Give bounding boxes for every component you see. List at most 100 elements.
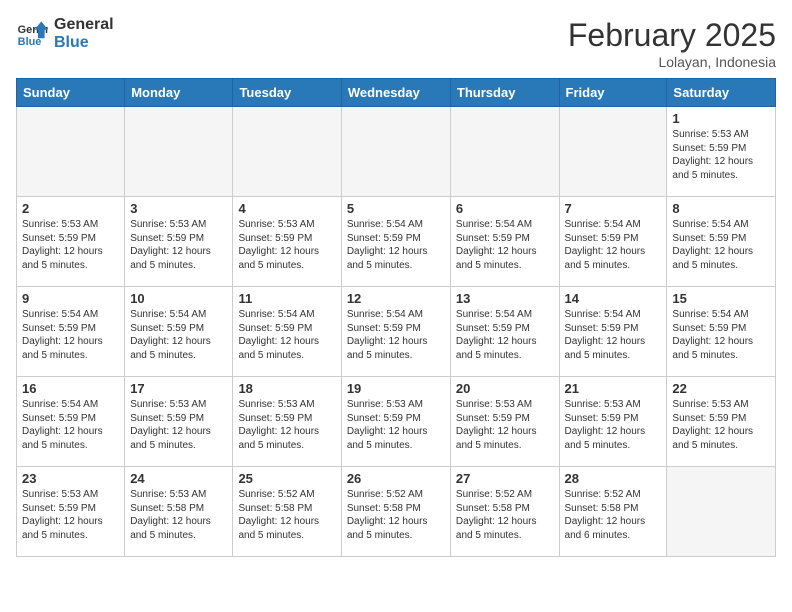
calendar-cell: 27 Sunrise: 5:52 AM Sunset: 5:58 PM Dayli…: [450, 467, 559, 557]
calendar-cell: 14 Sunrise: 5:54 AM Sunset: 5:59 PM Dayli…: [559, 287, 667, 377]
weekday-thursday: Thursday: [450, 79, 559, 107]
week-row-1: 2 Sunrise: 5:53 AM Sunset: 5:59 PM Daylig…: [17, 197, 776, 287]
calendar-cell: [559, 107, 667, 197]
calendar-cell: 15Sunrise: 5:54 AM Sunset: 5:59 PM Dayli…: [667, 287, 776, 377]
calendar-cell: [341, 107, 450, 197]
calendar-cell: 21 Sunrise: 5:53 AM Sunset: 5:59 PM Dayli…: [559, 377, 667, 467]
cell-text: Sunrise: 5:54 AM Sunset: 5:59 PM Dayligh…: [130, 308, 227, 362]
cell-text: Sunrise: 5:53 AM Sunset: 5:59 PM Dayligh…: [22, 218, 119, 272]
calendar-cell: 10 Sunrise: 5:54 AM Sunset: 5:59 PM Dayli…: [125, 287, 233, 377]
week-row-3: 16 Sunrise: 5:54 AM Sunset: 5:59 PM Dayli…: [17, 377, 776, 467]
calendar-cell: 26 Sunrise: 5:52 AM Sunset: 5:58 PM Dayli…: [341, 467, 450, 557]
cell-text: Sunrise: 5:53 AM Sunset: 5:59 PM Dayligh…: [130, 218, 227, 272]
calendar-cell: 1Sunrise: 5:53 AM Sunset: 5:59 PM Daylig…: [667, 107, 776, 197]
cell-text: Sunrise: 5:53 AM Sunset: 5:58 PM Dayligh…: [130, 488, 227, 542]
cell-text: Sunrise: 5:52 AM Sunset: 5:58 PM Dayligh…: [238, 488, 335, 542]
calendar-body: 1Sunrise: 5:53 AM Sunset: 5:59 PM Daylig…: [17, 107, 776, 557]
calendar-cell: 24 Sunrise: 5:53 AM Sunset: 5:58 PM Dayli…: [125, 467, 233, 557]
cell-text: Sunrise: 5:53 AM Sunset: 5:59 PM Dayligh…: [565, 398, 662, 452]
cell-text: Sunrise: 5:54 AM Sunset: 5:59 PM Dayligh…: [672, 218, 770, 272]
calendar-cell: 2 Sunrise: 5:53 AM Sunset: 5:59 PM Daylig…: [17, 197, 125, 287]
day-number: 2: [22, 201, 119, 216]
cell-text: Sunrise: 5:53 AM Sunset: 5:59 PM Dayligh…: [672, 398, 770, 452]
day-number: 5: [347, 201, 445, 216]
calendar-cell: [667, 467, 776, 557]
day-number: 3: [130, 201, 227, 216]
cell-text: Sunrise: 5:54 AM Sunset: 5:59 PM Dayligh…: [456, 218, 554, 272]
calendar-cell: 12 Sunrise: 5:54 AM Sunset: 5:59 PM Dayli…: [341, 287, 450, 377]
day-number: 13: [456, 291, 554, 306]
calendar-cell: 23 Sunrise: 5:53 AM Sunset: 5:59 PM Dayli…: [17, 467, 125, 557]
cell-text: Sunrise: 5:53 AM Sunset: 5:59 PM Dayligh…: [130, 398, 227, 452]
day-number: 25: [238, 471, 335, 486]
cell-text: Sunrise: 5:53 AM Sunset: 5:59 PM Dayligh…: [672, 128, 770, 182]
day-number: 9: [22, 291, 119, 306]
cell-text: Sunrise: 5:52 AM Sunset: 5:58 PM Dayligh…: [456, 488, 554, 542]
weekday-sunday: Sunday: [17, 79, 125, 107]
cell-text: Sunrise: 5:54 AM Sunset: 5:59 PM Dayligh…: [565, 308, 662, 362]
day-number: 21: [565, 381, 662, 396]
day-number: 17: [130, 381, 227, 396]
day-number: 7: [565, 201, 662, 216]
calendar-cell: 9Sunrise: 5:54 AM Sunset: 5:59 PM Daylig…: [17, 287, 125, 377]
cell-text: Sunrise: 5:54 AM Sunset: 5:59 PM Dayligh…: [238, 308, 335, 362]
day-number: 24: [130, 471, 227, 486]
cell-text: Sunrise: 5:54 AM Sunset: 5:59 PM Dayligh…: [456, 308, 554, 362]
weekday-monday: Monday: [125, 79, 233, 107]
cell-text: Sunrise: 5:54 AM Sunset: 5:59 PM Dayligh…: [22, 398, 119, 452]
week-row-4: 23 Sunrise: 5:53 AM Sunset: 5:59 PM Dayli…: [17, 467, 776, 557]
cell-text: Sunrise: 5:52 AM Sunset: 5:58 PM Dayligh…: [565, 488, 662, 542]
day-number: 12: [347, 291, 445, 306]
calendar-cell: [125, 107, 233, 197]
day-number: 18: [238, 381, 335, 396]
calendar-cell: 18 Sunrise: 5:53 AM Sunset: 5:59 PM Dayli…: [233, 377, 341, 467]
day-number: 14: [565, 291, 662, 306]
weekday-saturday: Saturday: [667, 79, 776, 107]
calendar-cell: 11 Sunrise: 5:54 AM Sunset: 5:59 PM Dayli…: [233, 287, 341, 377]
day-number: 11: [238, 291, 335, 306]
svg-text:Blue: Blue: [18, 36, 42, 48]
calendar-cell: 22Sunrise: 5:53 AM Sunset: 5:59 PM Dayli…: [667, 377, 776, 467]
weekday-tuesday: Tuesday: [233, 79, 341, 107]
logo-icon: General Blue: [16, 18, 48, 50]
day-number: 6: [456, 201, 554, 216]
day-number: 19: [347, 381, 445, 396]
location: Lolayan, Indonesia: [568, 54, 776, 70]
calendar-cell: [233, 107, 341, 197]
cell-text: Sunrise: 5:54 AM Sunset: 5:59 PM Dayligh…: [347, 308, 445, 362]
calendar-cell: 16 Sunrise: 5:54 AM Sunset: 5:59 PM Dayli…: [17, 377, 125, 467]
day-number: 26: [347, 471, 445, 486]
day-number: 27: [456, 471, 554, 486]
week-row-0: 1Sunrise: 5:53 AM Sunset: 5:59 PM Daylig…: [17, 107, 776, 197]
calendar-cell: 20Sunrise: 5:53 AM Sunset: 5:59 PM Dayli…: [450, 377, 559, 467]
cell-text: Sunrise: 5:54 AM Sunset: 5:59 PM Dayligh…: [565, 218, 662, 272]
cell-text: Sunrise: 5:53 AM Sunset: 5:59 PM Dayligh…: [238, 218, 335, 272]
day-number: 23: [22, 471, 119, 486]
day-number: 8: [672, 201, 770, 216]
page-header: General Blue General Blue February 2025 …: [16, 16, 776, 70]
cell-text: Sunrise: 5:53 AM Sunset: 5:59 PM Dayligh…: [456, 398, 554, 452]
cell-text: Sunrise: 5:53 AM Sunset: 5:59 PM Dayligh…: [22, 488, 119, 542]
logo-general: General: [54, 16, 114, 34]
weekday-header-row: SundayMondayTuesdayWednesdayThursdayFrid…: [17, 79, 776, 107]
calendar-cell: 13 Sunrise: 5:54 AM Sunset: 5:59 PM Dayli…: [450, 287, 559, 377]
logo: General Blue General Blue: [16, 16, 114, 51]
day-number: 28: [565, 471, 662, 486]
cell-text: Sunrise: 5:52 AM Sunset: 5:58 PM Dayligh…: [347, 488, 445, 542]
week-row-2: 9 Sunrise: 5:54 AM Sunset: 5:59 PM Daylig…: [17, 287, 776, 377]
calendar-cell: 7 Sunrise: 5:54 AM Sunset: 5:59 PM Daylig…: [559, 197, 667, 287]
calendar-cell: 4 Sunrise: 5:53 AM Sunset: 5:59 PM Daylig…: [233, 197, 341, 287]
calendar-cell: 6 Sunrise: 5:54 AM Sunset: 5:59 PM Daylig…: [450, 197, 559, 287]
calendar-cell: 5Sunrise: 5:54 AM Sunset: 5:59 PM Daylig…: [341, 197, 450, 287]
calendar-cell: [450, 107, 559, 197]
day-number: 16: [22, 381, 119, 396]
day-number: 4: [238, 201, 335, 216]
calendar-table: SundayMondayTuesdayWednesdayThursdayFrid…: [16, 78, 776, 557]
calendar-cell: [17, 107, 125, 197]
weekday-friday: Friday: [559, 79, 667, 107]
month-title: February 2025: [568, 16, 776, 54]
calendar-cell: 25 Sunrise: 5:52 AM Sunset: 5:58 PM Dayli…: [233, 467, 341, 557]
weekday-wednesday: Wednesday: [341, 79, 450, 107]
day-number: 10: [130, 291, 227, 306]
cell-text: Sunrise: 5:53 AM Sunset: 5:59 PM Dayligh…: [238, 398, 335, 452]
